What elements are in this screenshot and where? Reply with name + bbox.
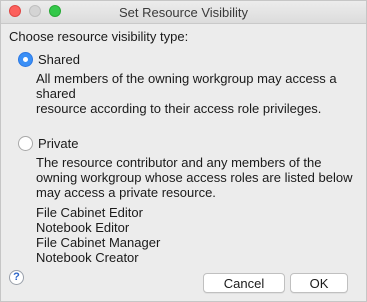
shared-description-line: resource according to their access role …	[36, 101, 322, 116]
private-label[interactable]: Private	[38, 136, 78, 151]
list-item: File Cabinet Editor	[36, 205, 143, 220]
dialog-window: Set Resource Visibility Choose resource …	[0, 0, 367, 302]
visibility-prompt: Choose resource visibility type:	[9, 29, 189, 44]
title-bar: Set Resource Visibility	[1, 1, 366, 24]
private-description-line: The resource contributor and any members…	[36, 155, 322, 170]
shared-description: All members of the owning workgroup may …	[36, 71, 337, 116]
access-roles-list: File Cabinet Editor Notebook Editor File…	[36, 205, 160, 265]
shared-radio[interactable]	[18, 52, 33, 67]
help-icon[interactable]: ?	[9, 270, 24, 285]
list-item: File Cabinet Manager	[36, 235, 161, 250]
shared-label[interactable]: Shared	[38, 52, 80, 67]
cancel-button[interactable]: Cancel	[203, 273, 285, 293]
private-radio[interactable]	[18, 136, 33, 151]
private-description: The resource contributor and any members…	[36, 155, 353, 200]
ok-button[interactable]: OK	[290, 273, 348, 293]
shared-description-line: shared	[36, 86, 76, 101]
list-item: Notebook Editor	[36, 220, 130, 235]
window-title: Set Resource Visibility	[118, 5, 249, 20]
private-description-line: may access a private resource.	[36, 185, 216, 200]
shared-description-line: All members of the owning workgroup may …	[36, 71, 337, 86]
list-item: Notebook Creator	[36, 250, 139, 265]
private-description-line: owning workgroup whose access roles are …	[36, 170, 353, 185]
